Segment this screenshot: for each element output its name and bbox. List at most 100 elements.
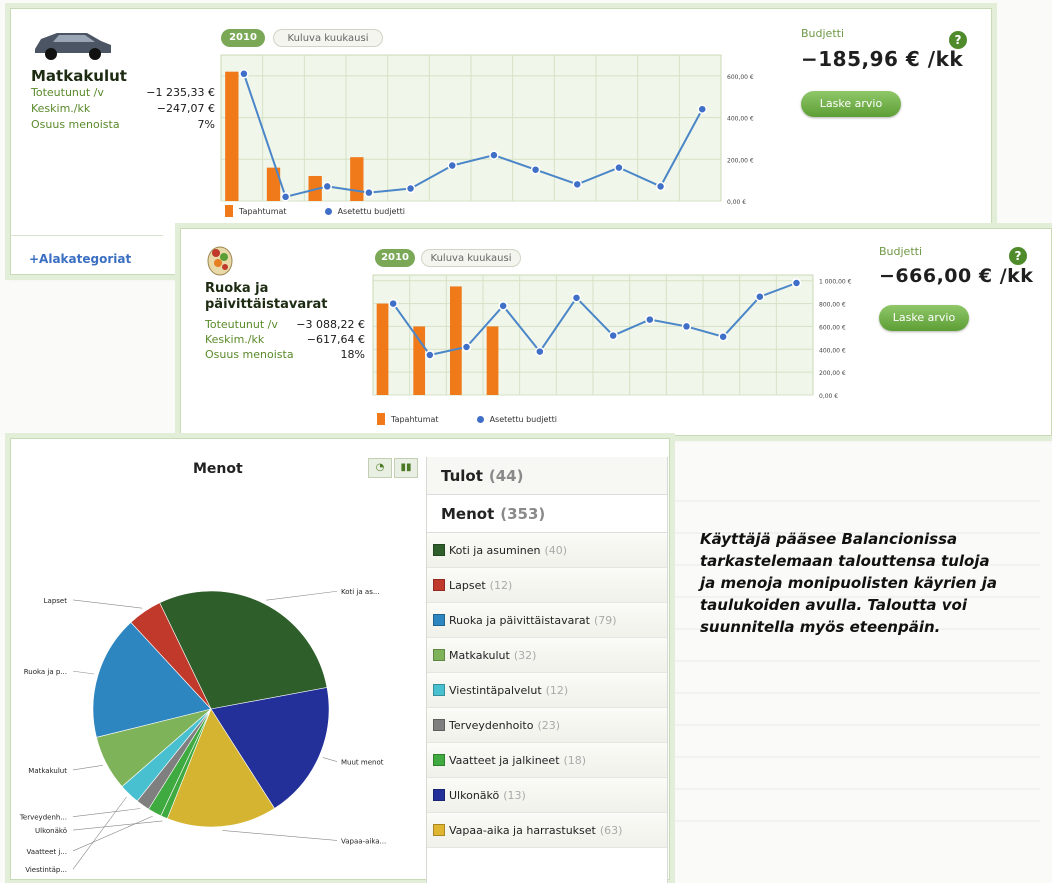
category-list-item[interactable]: Lapset (12)	[427, 568, 667, 603]
bar	[350, 157, 364, 201]
pie-leader-line	[322, 757, 338, 762]
pie-slice-label: Viestintäp...	[25, 866, 67, 874]
help-icon[interactable]: ?	[949, 31, 967, 49]
stat-value: 7%	[197, 118, 215, 131]
budget-point	[571, 293, 582, 303]
category-label: Matkakulut	[449, 648, 510, 662]
category-color-swatch	[433, 649, 445, 661]
category-color-swatch	[433, 719, 445, 731]
budget-point	[498, 301, 508, 311]
category-list-item[interactable]: Ruoka ja päivittäistavarat (79)	[427, 603, 667, 638]
income-count: (44)	[488, 466, 524, 485]
category-list-item[interactable]: Ulkonäkö (13)	[427, 778, 667, 813]
bar	[450, 286, 462, 395]
stat-label: Keskim./kk	[205, 333, 265, 346]
car-icon	[35, 33, 111, 60]
pie-slice-label: Vaatteet j...	[26, 848, 67, 856]
current-month-button[interactable]: Kuluva kuukausi	[273, 29, 383, 47]
category-count: (13)	[503, 788, 526, 802]
bar	[376, 303, 389, 395]
stat-average: Keskim./kk −247,07 €	[31, 102, 215, 116]
category-count: (23)	[537, 718, 561, 732]
pie-leader-line	[72, 765, 103, 771]
y-tick-label: 200,00 €	[727, 157, 754, 164]
budget-point	[718, 331, 728, 342]
food-chart: 0,00 € 200,00 € 400,00 € 600,00 € 800,00 € 1 …	[372, 269, 863, 403]
category-title: Ruoka ja päivittäistavarat	[205, 281, 328, 313]
category-list-item[interactable]: Vaatteet ja jalkineet (18)	[427, 743, 667, 778]
article-caption: Käyttäjä pääsee Balancionissa tarkastele…	[700, 530, 997, 636]
budget-point	[364, 187, 374, 198]
budget-point	[239, 69, 249, 79]
category-list-item[interactable]: Terveydenhoito (23)	[427, 708, 667, 743]
travel-chart: 0,00 € 200,00 € 400,00 € 600,00 €	[220, 49, 781, 209]
budget-point	[280, 192, 291, 202]
pie-leader-line	[222, 830, 338, 841]
bar	[486, 326, 499, 395]
income-header[interactable]: Tulot (44)	[427, 457, 667, 495]
y-tick-label: 0,00 €	[727, 199, 746, 206]
expenses-count: (353)	[500, 504, 546, 523]
help-icon[interactable]: ?	[1009, 247, 1027, 265]
pie-slice-label: Vapaa-aika...	[341, 837, 386, 845]
estimate-button[interactable]: Laske arvio	[879, 305, 969, 331]
stat-value: −1 235,33 €	[146, 86, 215, 99]
pie-leader-line	[72, 796, 127, 870]
year-selector[interactable]: 2010	[221, 29, 265, 47]
pie-slice-label: Terveydenh...	[19, 814, 67, 822]
estimate-button[interactable]: Laske arvio	[801, 91, 901, 117]
legend-line-swatch	[324, 207, 332, 215]
category-color-swatch	[433, 544, 445, 556]
stat-label: Keskim./kk	[31, 102, 91, 115]
legend-bar-label: Tapahtumat	[391, 414, 439, 424]
pie-leader-line	[72, 815, 153, 852]
subcategories-link[interactable]: +Alakategoriat	[11, 235, 163, 273]
legend-bar-swatch	[377, 413, 385, 425]
stat-value: 18%	[340, 348, 365, 361]
budget-point	[322, 181, 332, 192]
stat-label: Osuus menoista	[205, 348, 294, 361]
budget-point	[755, 291, 765, 302]
budget-point	[697, 104, 707, 114]
pie-title: Menot	[193, 461, 243, 477]
category-color-swatch	[433, 579, 445, 591]
current-month-button[interactable]: Kuluva kuukausi	[421, 249, 521, 267]
category-list-item[interactable]: Koti ja asuminen (40)	[427, 533, 667, 568]
category-count: (18)	[563, 753, 587, 767]
category-label: Vapaa-aika ja harrastukset	[449, 823, 596, 837]
y-tick-label: 0,00 €	[819, 393, 838, 400]
category-title-line2: päivittäistavarat	[205, 297, 328, 312]
pie-view-icon[interactable]: ◔	[368, 458, 392, 478]
category-list-item[interactable]: Matkakulut (32)	[427, 638, 667, 673]
category-color-swatch	[433, 684, 445, 696]
stat-actual: Toteutunut /v −3 088,22 €	[205, 318, 365, 332]
legend-line-label: Asetettu budjetti	[489, 414, 557, 424]
category-label: Vaatteet ja jalkineet	[449, 753, 560, 767]
bar-view-icon[interactable]: ▮▮	[394, 458, 418, 478]
budget-point	[614, 162, 624, 173]
budget-point	[572, 179, 582, 190]
y-tick-label: 200,00 €	[819, 370, 846, 377]
year-selector[interactable]: 2010	[375, 249, 415, 267]
category-title: Matkakulut	[31, 67, 127, 85]
bar	[413, 326, 426, 395]
budget-point	[791, 278, 802, 288]
category-count: (12)	[545, 683, 569, 697]
category-list-item[interactable]: Viestintäpalvelut (12)	[427, 673, 667, 708]
pie-slice-label: Muut menot	[341, 759, 384, 767]
stat-share: Osuus menoista 7%	[31, 118, 215, 132]
y-tick-label: 1 000,00 €	[819, 279, 852, 286]
budget-point	[405, 183, 416, 194]
category-label: Ruoka ja päivittäistavarat	[449, 613, 590, 627]
budget-label: Budjetti	[801, 27, 845, 40]
budget-point	[461, 342, 472, 352]
background-graphic	[660, 470, 1040, 830]
category-list-item[interactable]: Vapaa-aika ja harrastukset (63)	[427, 813, 667, 848]
expenses-header[interactable]: Menot (353)	[427, 495, 667, 533]
vegetables-icon	[207, 246, 233, 276]
pie-slice-label: Matkakulut	[28, 767, 67, 775]
category-label: Terveydenhoito	[449, 718, 534, 732]
budget-point	[388, 298, 398, 309]
budget-value: −185,96 € /kk	[801, 47, 964, 71]
stat-actual: Toteutunut /v −1 235,33 €	[31, 86, 215, 100]
